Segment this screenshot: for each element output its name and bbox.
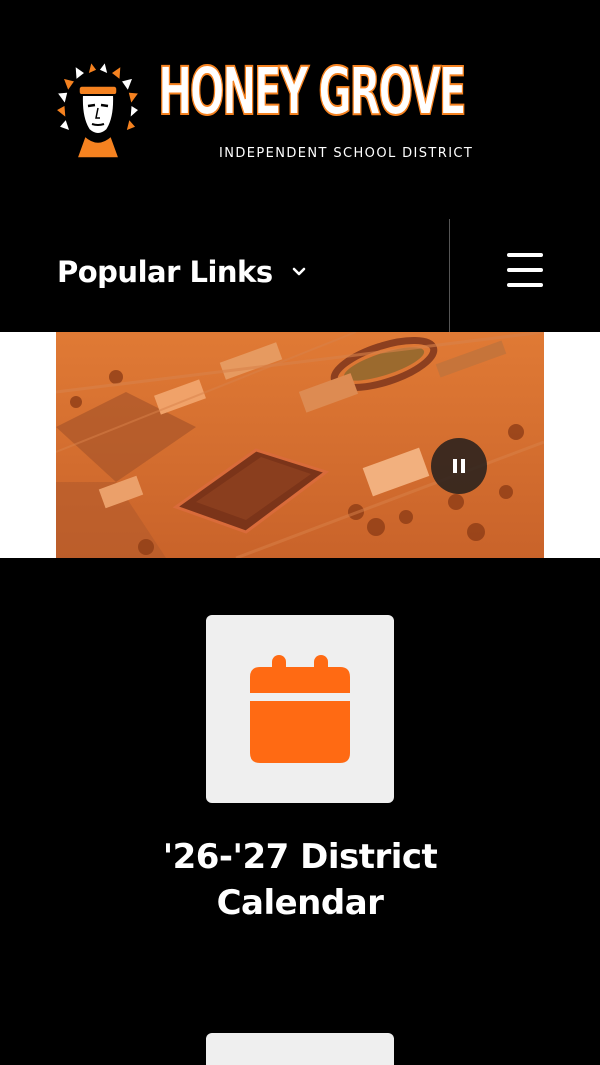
hero-section	[0, 332, 600, 558]
hamburger-menu-button[interactable]	[505, 248, 545, 292]
menu-line	[507, 253, 543, 257]
brand-name: HONEY GROVE	[157, 53, 467, 130]
nav-divider	[449, 219, 450, 332]
brand-subtitle: INDEPENDENT SCHOOL DISTRICT	[219, 146, 474, 161]
pause-icon	[461, 459, 465, 473]
chevron-down-icon	[292, 267, 305, 276]
site-header: HONEY GROVE INDEPENDENT SCHOOL DISTRICT	[0, 0, 600, 215]
menu-line	[507, 283, 543, 287]
calendar-quick-link-label[interactable]: '26-'27 District Calendar	[100, 834, 500, 926]
pause-icon	[453, 459, 457, 473]
calendar-icon	[250, 655, 350, 763]
popular-links-label: Popular Links	[57, 255, 273, 289]
mascot-logo-icon	[55, 60, 140, 159]
hero-pause-button[interactable]	[431, 438, 487, 494]
calendar-label-line1: '26-'27 District	[162, 837, 438, 877]
calendar-quick-link[interactable]	[206, 615, 394, 803]
next-quick-link-tile[interactable]	[206, 1033, 394, 1065]
popular-links-dropdown[interactable]: Popular Links	[57, 255, 307, 289]
menu-line	[507, 268, 543, 272]
page: HONEY GROVE INDEPENDENT SCHOOL DISTRICT …	[0, 0, 600, 1065]
calendar-label-line2: Calendar	[216, 883, 384, 923]
nav-bar: Popular Links	[0, 215, 600, 332]
home-logo-link[interactable]: HONEY GROVE INDEPENDENT SCHOOL DISTRICT	[55, 55, 545, 170]
